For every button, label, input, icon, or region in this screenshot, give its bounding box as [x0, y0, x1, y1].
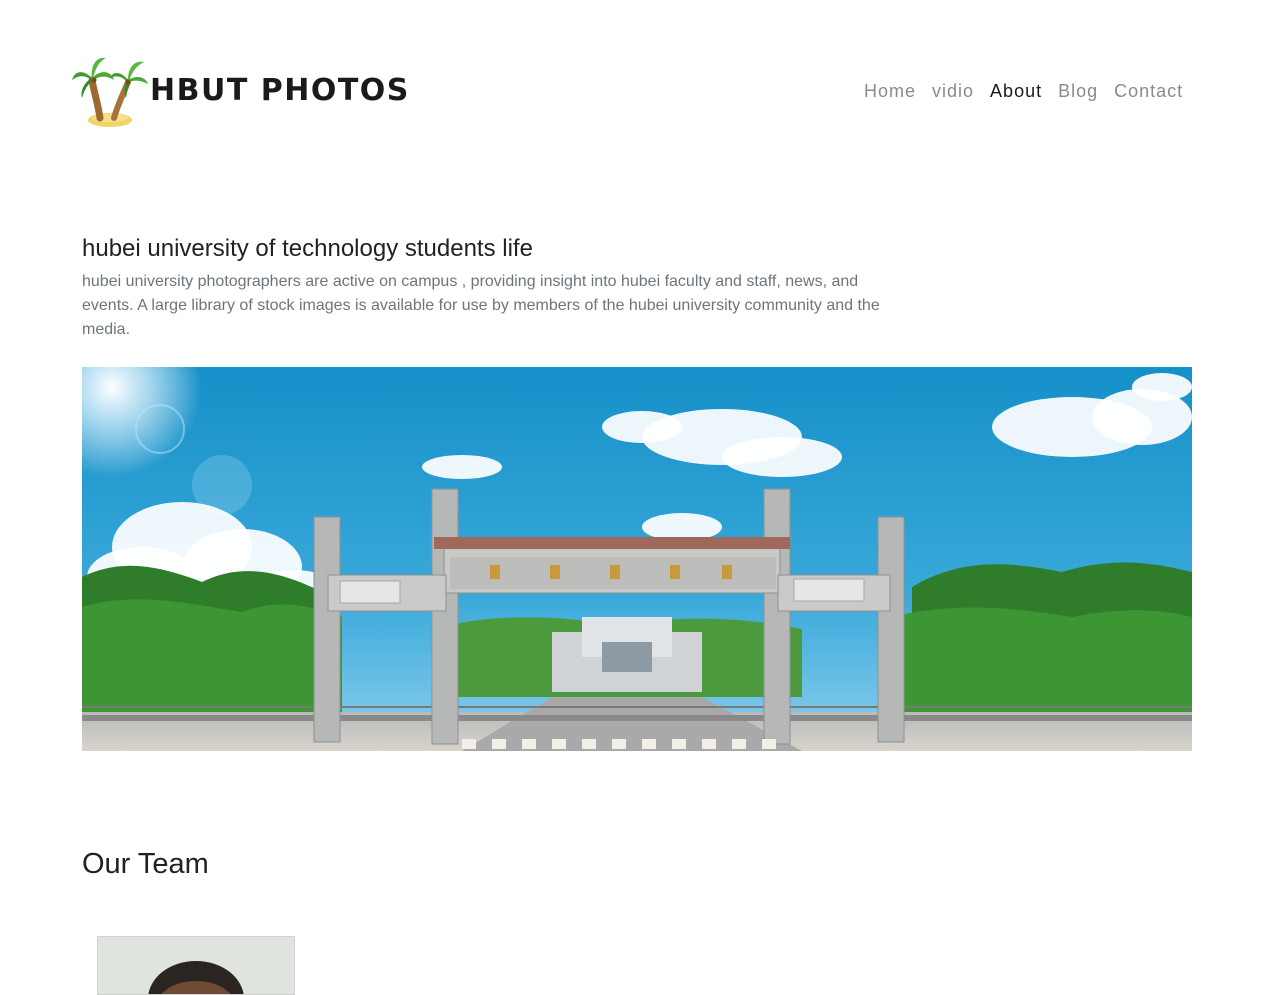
nav-blog[interactable]: Blog [1050, 78, 1106, 104]
page: HBUT PHOTOS Home vidio About Blog Contac… [0, 0, 1269, 995]
team-member-photo [97, 936, 295, 995]
main-nav: Home vidio About Blog Contact [856, 78, 1191, 104]
site-title[interactable]: HBUT PHOTOS [150, 72, 410, 110]
nav-vidio[interactable]: vidio [924, 78, 982, 104]
intro-heading: hubei university of technology students … [82, 235, 533, 262]
nav-contact[interactable]: Contact [1106, 78, 1191, 104]
nav-about[interactable]: About [982, 78, 1050, 104]
intro-paragraph: hubei university photographers are activ… [82, 273, 880, 338]
nav-home[interactable]: Home [856, 78, 924, 104]
palm-tree-icon[interactable] [70, 52, 150, 130]
team-heading: Our Team [82, 848, 209, 880]
campus-gate-photo [82, 367, 1192, 751]
